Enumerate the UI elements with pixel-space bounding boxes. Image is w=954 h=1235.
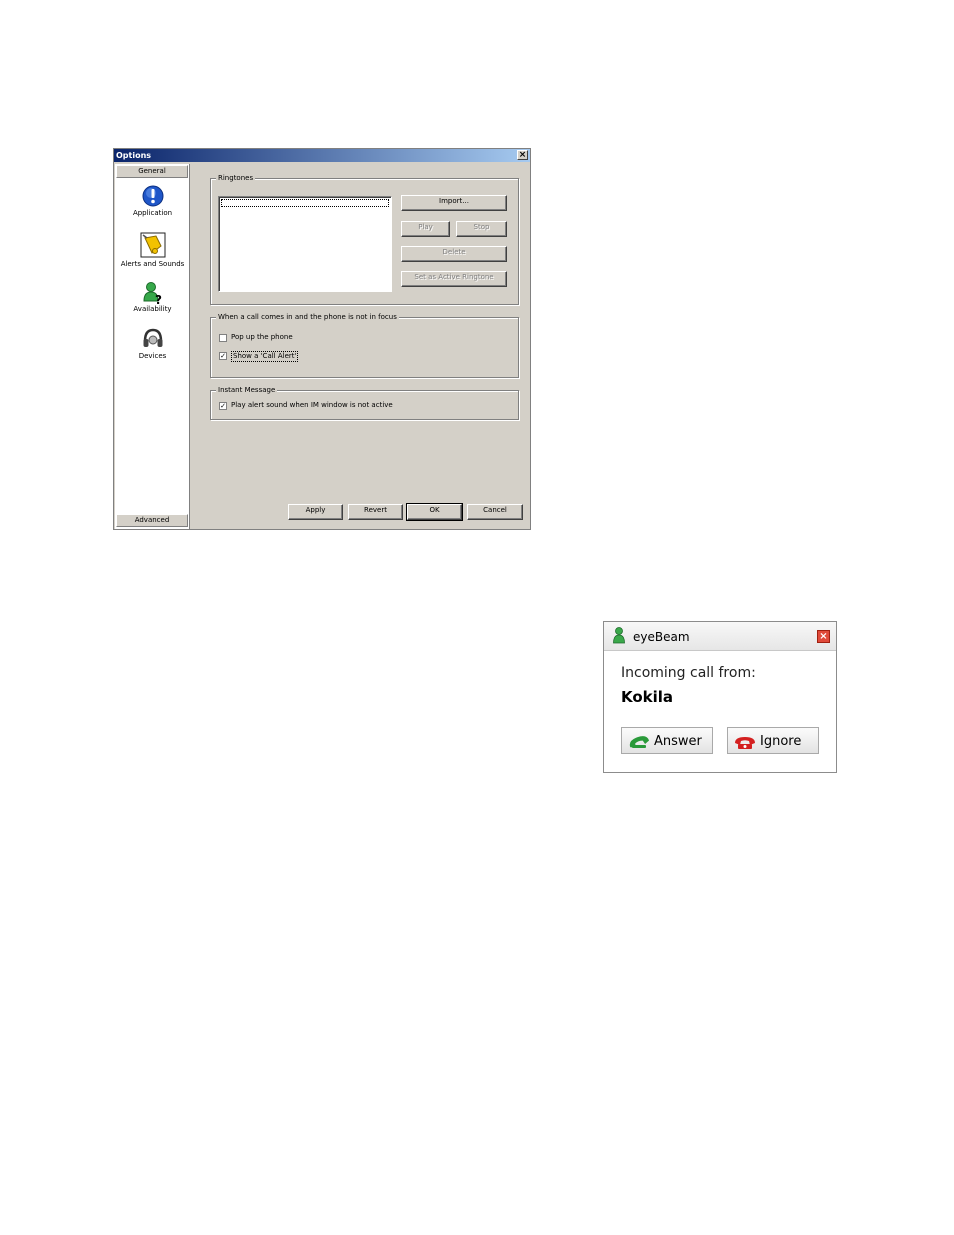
info-icon bbox=[142, 185, 164, 207]
call-alert-checkbox[interactable]: ✓ bbox=[219, 352, 227, 360]
revert-button[interactable]: Revert bbox=[348, 504, 403, 520]
sidebar-header-advanced[interactable]: Advanced bbox=[116, 514, 188, 527]
ringtone-list[interactable] bbox=[218, 196, 392, 292]
ringtones-group: Ringtones Import... Play Stop Delete Set… bbox=[210, 173, 519, 305]
answer-button[interactable]: Answer bbox=[621, 727, 713, 754]
title-bar: Options × bbox=[114, 149, 530, 162]
bell-icon bbox=[140, 232, 166, 258]
set-active-ringtone-button[interactable]: Set as Active Ringtone bbox=[401, 271, 507, 287]
popup-phone-checkbox[interactable] bbox=[219, 334, 227, 342]
ok-button[interactable]: OK bbox=[406, 503, 463, 521]
stop-button[interactable]: Stop bbox=[456, 221, 507, 237]
caller-name: Kokila bbox=[621, 688, 674, 706]
sidebar-header-general[interactable]: General bbox=[116, 165, 188, 178]
incoming-call-popup: eyeBeam × Incoming call from: Kokila Ans… bbox=[603, 621, 837, 773]
phone-answer-icon bbox=[628, 734, 650, 753]
instant-message-group: Instant Message ✓ Play alert sound when … bbox=[210, 385, 519, 420]
phone-ignore-icon bbox=[734, 735, 756, 754]
availability-icon: ? bbox=[142, 281, 164, 307]
sidebar-item-label: Availability bbox=[133, 305, 172, 313]
app-title: eyeBeam bbox=[633, 630, 690, 644]
dialog-title: Options bbox=[116, 151, 152, 160]
sidebar-item-availability[interactable]: ? Availability bbox=[115, 281, 190, 313]
user-icon bbox=[613, 627, 625, 648]
call-alert-label: Show a 'Call Alert' bbox=[231, 351, 299, 362]
close-icon[interactable]: × bbox=[817, 630, 830, 643]
sidebar-item-alerts-and-sounds[interactable]: Alerts and Sounds bbox=[115, 232, 190, 268]
apply-button[interactable]: Apply bbox=[288, 504, 343, 520]
incoming-prompt: Incoming call from: bbox=[621, 665, 756, 681]
answer-label: Answer bbox=[654, 734, 702, 749]
delete-button[interactable]: Delete bbox=[401, 246, 507, 262]
sidebar-item-devices[interactable]: Devices bbox=[115, 328, 190, 360]
popup-title-bar: eyeBeam × bbox=[604, 622, 836, 651]
close-icon[interactable]: × bbox=[517, 150, 528, 160]
sidebar-item-label: Alerts and Sounds bbox=[120, 260, 185, 268]
focus-behavior-group: When a call comes in and the phone is no… bbox=[210, 312, 519, 378]
headset-icon bbox=[142, 328, 164, 350]
group-title: When a call comes in and the phone is no… bbox=[216, 312, 399, 322]
play-alert-checkbox[interactable]: ✓ bbox=[219, 402, 227, 410]
import-button[interactable]: Import... bbox=[401, 195, 507, 211]
svg-text:?: ? bbox=[155, 293, 162, 305]
ignore-button[interactable]: Ignore bbox=[727, 727, 819, 754]
options-dialog: Options × General Application Alerts and… bbox=[113, 148, 531, 530]
ignore-label: Ignore bbox=[760, 734, 802, 749]
group-title: Instant Message bbox=[216, 385, 278, 395]
play-button[interactable]: Play bbox=[401, 221, 450, 237]
sidebar: General Application Alerts and Sounds ? … bbox=[115, 164, 190, 529]
group-title: Ringtones bbox=[216, 173, 256, 183]
sidebar-item-application[interactable]: Application bbox=[115, 185, 190, 217]
list-focus-row[interactable] bbox=[221, 199, 389, 207]
play-alert-label: Play alert sound when IM window is not a… bbox=[231, 401, 393, 409]
cancel-button[interactable]: Cancel bbox=[467, 504, 523, 520]
sidebar-item-label: Devices bbox=[138, 352, 167, 360]
popup-phone-label: Pop up the phone bbox=[231, 333, 293, 341]
sidebar-item-label: Application bbox=[132, 209, 173, 217]
